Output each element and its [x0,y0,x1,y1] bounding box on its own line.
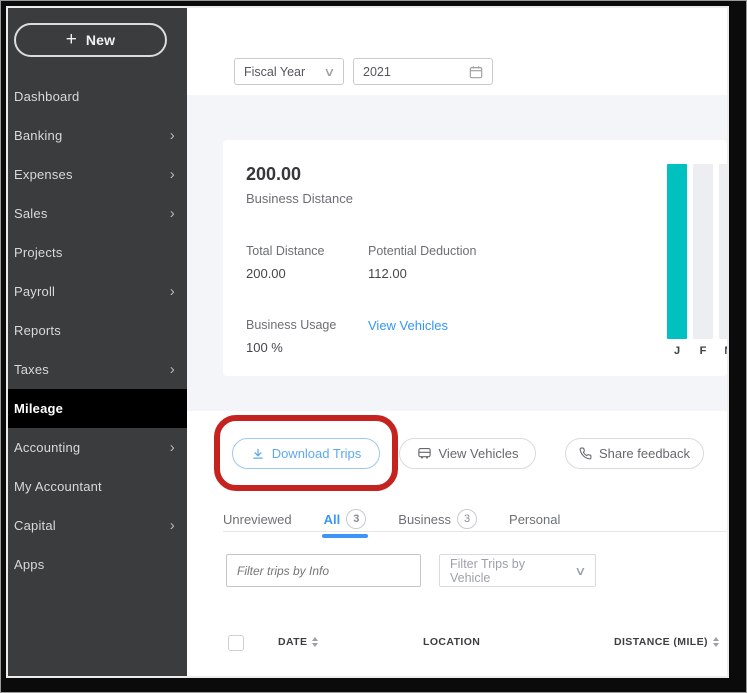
sidebar-item-label: Mileage [14,401,63,416]
chevron-right-icon: › [170,167,175,182]
distance-bar-chart: JFM [667,164,727,364]
chevron-down-icon: ∨ [574,564,586,578]
new-button[interactable]: + New [14,23,167,57]
sidebar-item-banking[interactable]: Banking › [8,116,187,155]
sidebar-item-my-accountant[interactable]: My Accountant [8,467,187,506]
share-feedback-button[interactable]: Share feedback [565,438,704,469]
sidebar-item-projects[interactable]: Projects [8,233,187,272]
mileage-summary-card: 200.00 Business Distance Total Distance … [223,140,727,376]
filter-vehicle-select[interactable]: Filter Trips by Vehicle ∨ [439,554,596,587]
chart-axis-label: F [693,345,713,357]
sidebar-item-taxes[interactable]: Taxes › [8,350,187,389]
tab-label: All [324,512,341,527]
sidebar-item-payroll[interactable]: Payroll › [8,272,187,311]
main-content: Fiscal Year ∨ 2021 200.00 [187,8,727,676]
chevron-right-icon: › [170,518,175,533]
app-window: + New Dashboard Banking › Expenses › Sales › Pr… [6,6,729,678]
sidebar-item-dashboard[interactable]: Dashboard [8,77,187,116]
tab-personal[interactable]: Personal [509,512,560,527]
column-header-location: LOCATION [423,636,480,648]
sidebar-item-expenses[interactable]: Expenses › [8,155,187,194]
sidebar-item-label: My Accountant [14,479,102,494]
chevron-right-icon: › [170,128,175,143]
view-vehicles-link[interactable]: View Vehicles [368,318,448,333]
trips-table-header: DATE LOCATION DISTANCE (MILE) [187,625,727,671]
business-usage-label: Business Usage [246,318,336,332]
plus-icon: + [66,30,77,49]
calendar-icon [469,65,483,79]
sidebar-item-mileage[interactable]: Mileage [8,389,187,428]
sort-icon [312,637,318,647]
sidebar-item-accounting[interactable]: Accounting › [8,428,187,467]
trip-tabs: Unreviewed All 3 Business 3 Personal [223,505,560,533]
download-trips-button[interactable]: Download Trips [232,438,380,469]
chevron-right-icon: › [170,206,175,221]
year-picker[interactable]: 2021 [353,58,493,85]
screenshot-frame: + New Dashboard Banking › Expenses › Sales › Pr… [0,0,747,693]
period-type-select[interactable]: Fiscal Year ∨ [234,58,344,85]
chart-bar-m [719,164,727,339]
new-button-label: New [86,32,115,48]
tab-all[interactable]: All 3 [324,509,367,529]
potential-deduction-label: Potential Deduction [368,244,476,258]
chart-axis-label: M [719,345,727,357]
column-label: LOCATION [423,636,480,648]
download-trips-label: Download Trips [272,446,362,461]
sidebar-item-apps[interactable]: Apps [8,545,187,584]
sidebar-item-label: Expenses [14,167,73,182]
tab-label: Personal [509,512,560,527]
business-usage-value: 100 % [246,340,283,355]
sidebar-item-label: Dashboard [14,89,79,104]
sort-icon [713,637,719,647]
tabs-divider [223,531,727,532]
sidebar-item-label: Reports [14,323,61,338]
share-feedback-label: Share feedback [599,446,690,461]
sidebar-item-capital[interactable]: Capital › [8,506,187,545]
sidebar-item-label: Taxes [14,362,49,377]
year-value: 2021 [363,65,391,79]
phone-icon [579,447,592,460]
sidebar-item-label: Payroll [14,284,55,299]
chevron-right-icon: › [170,362,175,377]
potential-deduction-value: 112.00 [368,266,407,281]
sidebar-item-label: Banking [14,128,62,143]
sidebar-item-label: Apps [14,557,44,572]
column-header-date[interactable]: DATE [278,636,318,648]
period-type-value: Fiscal Year [244,65,305,79]
tab-count-badge: 3 [457,509,477,529]
sidebar-item-reports[interactable]: Reports [8,311,187,350]
filter-trips-input[interactable] [226,554,421,587]
tab-unreviewed[interactable]: Unreviewed [223,512,292,527]
download-icon [251,447,265,461]
view-vehicles-button-label: View Vehicles [439,446,519,461]
tab-label: Unreviewed [223,512,292,527]
chart-axis-label: J [667,345,687,357]
sidebar-item-label: Capital [14,518,56,533]
select-all-checkbox[interactable] [228,635,244,651]
column-label: DATE [278,636,307,648]
chevron-right-icon: › [170,440,175,455]
tab-count-badge: 3 [346,509,366,529]
sidebar-item-label: Projects [14,245,63,260]
sidebar-item-label: Sales [14,206,48,221]
column-label: DISTANCE (MILE) [614,636,708,648]
business-distance-value: 200.00 [246,164,301,185]
column-header-distance-mile[interactable]: DISTANCE (MILE) [614,636,719,648]
tab-business[interactable]: Business 3 [398,509,477,529]
sidebar: + New Dashboard Banking › Expenses › Sales › Pr… [8,8,187,676]
vehicle-icon [417,447,432,460]
view-vehicles-button[interactable]: View Vehicles [399,438,536,469]
chart-bar-f [693,164,713,339]
chart-bar-j [667,164,687,339]
tab-label: Business [398,512,451,527]
total-distance-label: Total Distance [246,244,325,258]
filter-vehicle-label: Filter Trips by Vehicle [450,557,568,585]
sidebar-nav: Dashboard Banking › Expenses › Sales › Projects… [8,77,187,584]
chevron-right-icon: › [170,284,175,299]
sidebar-item-label: Accounting [14,440,80,455]
chevron-down-icon: ∨ [323,65,335,79]
business-distance-label: Business Distance [246,191,353,206]
sidebar-item-sales[interactable]: Sales › [8,194,187,233]
total-distance-value: 200.00 [246,266,286,281]
